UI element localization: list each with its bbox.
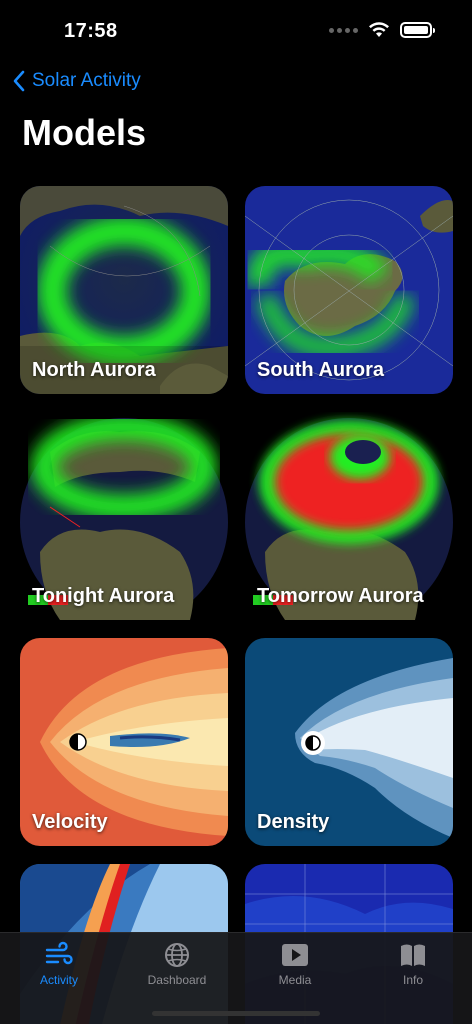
tab-label: Activity: [39, 973, 78, 987]
model-card-tomorrow-aurora[interactable]: Tomorrow Aurora: [245, 412, 453, 620]
status-icons: [329, 22, 435, 38]
model-card-label: Density: [257, 811, 330, 833]
wifi-icon: [369, 22, 389, 37]
back-button[interactable]: Solar Activity: [12, 70, 141, 92]
tab-label: Dashboard: [147, 973, 207, 987]
page-title: Models: [22, 112, 147, 153]
wind-icon: [45, 941, 73, 965]
model-card-label: North Aurora: [32, 359, 156, 381]
tab-activity[interactable]: Activity: [0, 933, 118, 1024]
model-card-velocity[interactable]: Velocity: [20, 638, 228, 846]
model-card-label: Tonight Aurora: [32, 585, 175, 607]
book-icon: [401, 944, 425, 966]
tab-bar: Activity Dashboard Media Info: [0, 932, 472, 1024]
status-time: 17:58: [64, 20, 118, 42]
model-card-south-aurora[interactable]: South Aurora: [245, 186, 453, 394]
status-bar: 17:58: [0, 0, 472, 60]
cellular-signal-icon: [329, 27, 358, 33]
globe-icon: [165, 943, 189, 967]
model-card-density[interactable]: Density: [245, 638, 453, 846]
tab-label: Info: [402, 973, 423, 987]
model-card-north-aurora[interactable]: North Aurora: [20, 186, 228, 394]
model-card-label: Velocity: [32, 811, 108, 833]
tab-info[interactable]: Info: [354, 933, 472, 1024]
models-grid: North Aurora South Aurora Tonight Aurora…: [20, 186, 453, 1024]
tab-label: Media: [278, 973, 312, 987]
battery-icon: [400, 22, 435, 38]
model-card-tonight-aurora[interactable]: Tonight Aurora: [20, 412, 228, 620]
model-card-label: South Aurora: [257, 359, 385, 381]
back-button-label: Solar Activity: [32, 70, 141, 91]
chevron-left-icon: [13, 70, 25, 92]
home-indicator: [152, 1011, 320, 1016]
play-icon: [282, 944, 308, 966]
model-card-label: Tomorrow Aurora: [257, 585, 424, 607]
